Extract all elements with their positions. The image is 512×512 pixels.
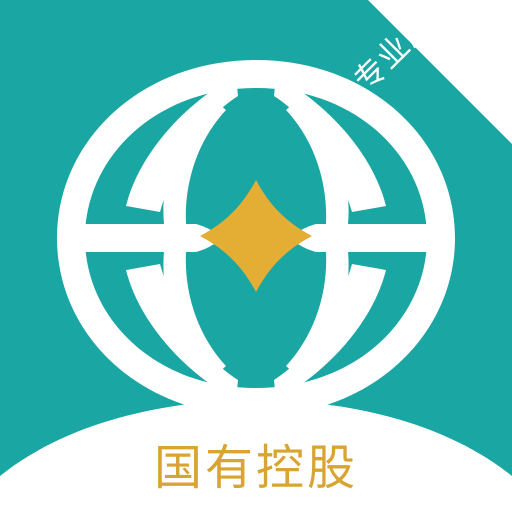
- brand-name: 国有控股: [153, 440, 358, 496]
- app-icon[interactable]: 专业版 国有控股: [0, 0, 512, 512]
- app-icon-artwork: [0, 0, 512, 512]
